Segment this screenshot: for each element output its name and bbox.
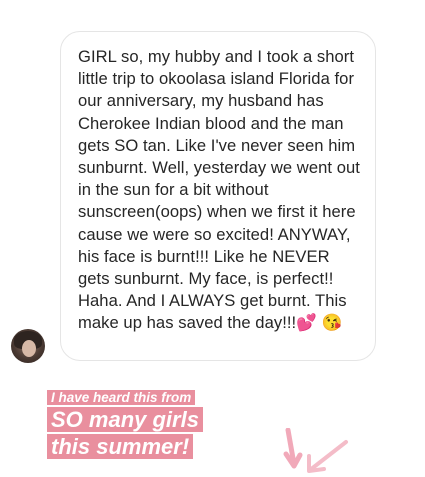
avatar[interactable] xyxy=(11,329,45,363)
caption-line-3: this summer! xyxy=(47,434,194,459)
pink-arrows-icon xyxy=(283,428,348,473)
caption-line-1: I have heard this from xyxy=(47,390,196,405)
caption-line-2: SO many girls xyxy=(47,407,203,432)
avatar-face xyxy=(22,340,36,357)
message-bubble: GIRL so, my hubby and I took a short lit… xyxy=(60,31,376,361)
message-text: GIRL so, my hubby and I took a short lit… xyxy=(78,47,360,333)
